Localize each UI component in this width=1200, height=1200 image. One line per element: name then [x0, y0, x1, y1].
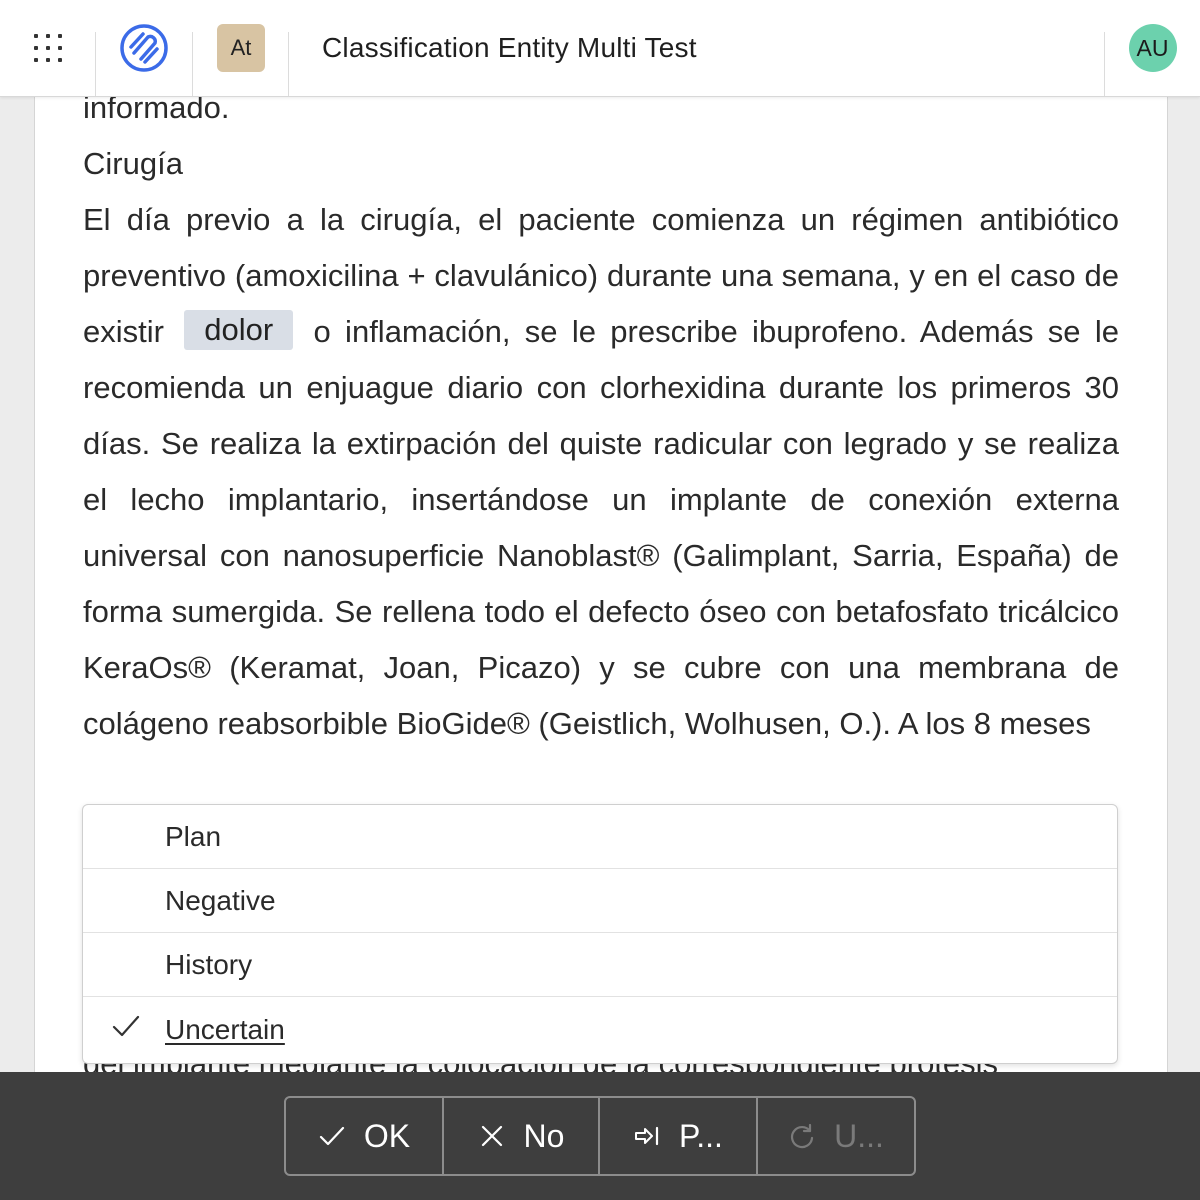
paragraph-text: o inflamación, se le prescribe ibuprofen… [83, 314, 1119, 741]
dropdown-option-plan[interactable]: Plan [83, 805, 1117, 869]
undo-button[interactable]: U... [758, 1098, 914, 1174]
entity-highlight-dolor[interactable]: dolor [184, 310, 294, 350]
next-button[interactable]: P... [600, 1098, 758, 1174]
user-menu-button[interactable]: AU [1105, 0, 1200, 96]
avatar: AU [1128, 24, 1177, 72]
close-icon [481, 1125, 502, 1147]
classification-dropdown: Plan Negative History Uncertain [82, 804, 1118, 1064]
divider [288, 32, 289, 96]
bottom-toolbar: OK No P... U... [0, 1072, 1200, 1200]
no-button[interactable]: No [444, 1098, 600, 1174]
document-text: informado. Cirugía El día previo a la ci… [83, 80, 1119, 752]
dropdown-option-history[interactable]: History [83, 933, 1117, 997]
no-label: No [523, 1117, 565, 1154]
project-badge-button[interactable]: At [193, 0, 289, 96]
option-label: History [165, 948, 253, 980]
next-label: P... [679, 1117, 723, 1154]
home-logo-button[interactable] [96, 0, 192, 96]
action-button-group: OK No P... U... [284, 1096, 916, 1176]
dropdown-option-negative[interactable]: Negative [83, 869, 1117, 933]
option-label: Uncertain [165, 1014, 285, 1045]
app-logo-icon [120, 24, 168, 72]
checkmark-icon [112, 1015, 140, 1037]
top-bar: At Classification Entity Multi Test AU [0, 0, 1200, 97]
ok-button[interactable]: OK [286, 1098, 444, 1174]
arrow-to-line-icon [635, 1126, 659, 1146]
check-icon [319, 1126, 344, 1146]
apps-grid-icon [34, 34, 62, 62]
refresh-icon [791, 1123, 814, 1149]
dropdown-option-uncertain[interactable]: Uncertain [83, 997, 1117, 1063]
option-label: Plan [165, 820, 222, 852]
ok-label: OK [363, 1117, 411, 1154]
apps-menu-button[interactable] [0, 0, 96, 96]
option-label: Negative [165, 884, 276, 916]
undo-label: U... [834, 1117, 884, 1154]
project-badge: At [217, 24, 265, 72]
section-heading: Cirugía [83, 146, 183, 181]
document-paragraph: El día previo a la cirugía, el paciente … [83, 192, 1119, 752]
page-title: Classification Entity Multi Test [322, 32, 697, 63]
